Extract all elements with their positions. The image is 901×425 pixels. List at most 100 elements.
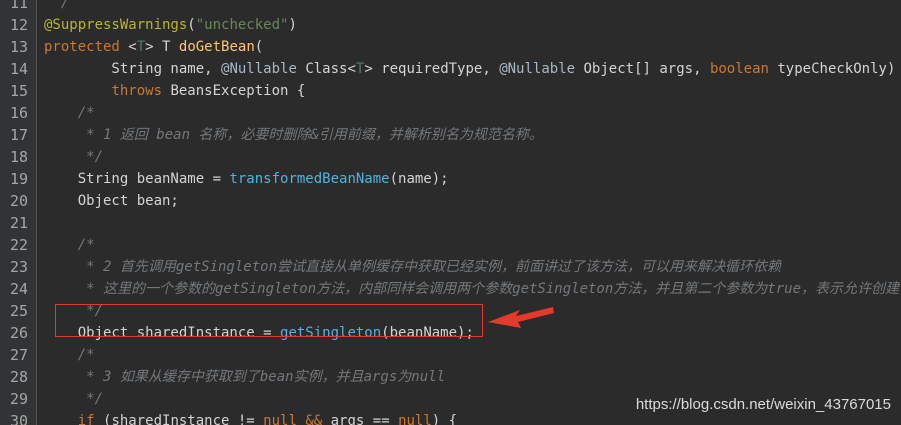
code-text: /*: [44, 102, 95, 124]
code-token: Object bean;: [44, 193, 179, 209]
code-token: throws: [111, 83, 171, 99]
line-number: 19: [9, 170, 28, 188]
code-text: String name, @Nullable Class<T> required…: [44, 58, 895, 80]
code-text: /: [44, 0, 69, 14]
code-token: protected: [44, 39, 129, 55]
code-token: &&: [305, 413, 331, 425]
line-number: 13: [9, 38, 28, 56]
code-token: (: [254, 39, 264, 55]
code-token: /*: [44, 105, 95, 121]
code-token: !=: [237, 413, 264, 425]
code-token: * 2 首先调用getSingleton尝试直接从单例缓存中获取已经实例，前面讲…: [44, 259, 782, 275]
code-token: Class: [305, 61, 348, 77]
code-token: /*: [44, 237, 95, 253]
code-text: protected <T> T doGetBean(: [44, 36, 263, 58]
line-number: 18: [9, 148, 28, 166]
code-token: String name,: [44, 61, 222, 77]
code-line[interactable]: 22 /*: [0, 234, 901, 256]
code-text: if (sharedInstance != null && args == nu…: [44, 410, 457, 425]
line-number: 16: [9, 104, 28, 122]
code-token: */: [44, 391, 104, 407]
line-number: 23: [9, 258, 28, 276]
line-number: 20: [9, 192, 28, 210]
code-line[interactable]: 19 String beanName = transformedBeanName…: [0, 168, 901, 190]
code-line[interactable]: 24 * 这里的一个参数的getSingleton方法，内部同样会调用两个参数g…: [0, 278, 901, 300]
code-token: null: [263, 413, 306, 425]
line-number: 26: [9, 324, 28, 342]
code-token: (: [187, 17, 196, 33]
code-line[interactable]: 27 /*: [0, 344, 901, 366]
code-text: * 2 首先调用getSingleton尝试直接从单例缓存中获取已经实例，前面讲…: [44, 256, 781, 278]
code-line[interactable]: 14 String name, @Nullable Class<T> requi…: [0, 58, 901, 80]
code-token: T: [136, 39, 146, 55]
code-line[interactable]: 11 /: [0, 0, 901, 14]
code-text: /*: [44, 234, 95, 256]
line-number: 29: [9, 390, 28, 408]
code-token: > requiredType,: [364, 61, 500, 77]
code-token: */: [44, 149, 104, 165]
code-token: /*: [44, 347, 95, 363]
code-token: boolean: [709, 61, 778, 77]
code-token: transformedBeanName: [229, 171, 390, 187]
line-number: 17: [9, 126, 28, 144]
watermark-text: https://blog.csdn.net/weixin_43767015: [635, 396, 891, 413]
code-line[interactable]: 28 * 3 如果从缓存中获取到了bean实例，并且args为null: [0, 366, 901, 388]
code-text: String beanName = transformedBeanName(na…: [44, 168, 449, 190]
code-token: * 3 如果从缓存中获取到了bean实例，并且args为null: [44, 369, 446, 385]
code-line[interactable]: 18 */: [0, 146, 901, 168]
highlight-box: [55, 304, 483, 337]
code-token: typeCheckOnly): [777, 61, 896, 77]
line-number: 11: [9, 0, 28, 12]
code-text: throws BeansException {: [44, 80, 305, 102]
line-number: 22: [9, 236, 28, 254]
code-line[interactable]: 23 * 2 首先调用getSingleton尝试直接从单例缓存中获取已经实例，…: [0, 256, 901, 278]
code-token: args: [330, 413, 373, 425]
code-text: @SuppressWarnings("unchecked"): [44, 14, 297, 36]
code-token: ) {: [431, 413, 458, 425]
line-number: 14: [9, 60, 28, 78]
code-token: @Nullable: [221, 61, 306, 77]
code-token: * 1 返回 bean 名称，必要时删除&引用前缀，并解析别名为规范名称。: [44, 127, 543, 143]
line-number: 25: [9, 302, 28, 320]
line-number: 21: [9, 214, 28, 232]
code-token: String beanName: [44, 171, 213, 187]
line-number: 30: [9, 412, 28, 425]
code-token: @Nullable: [499, 61, 584, 77]
code-editor[interactable]: 11 /12 @SuppressWarnings("unchecked") 13 pr…: [0, 0, 901, 425]
code-line[interactable]: 15 throws BeansException {: [0, 80, 901, 102]
code-line[interactable]: 16 /*: [0, 102, 901, 124]
code-token: /: [44, 0, 70, 11]
line-number: 28: [9, 368, 28, 386]
line-number: 27: [9, 346, 28, 364]
code-text: */: [44, 146, 103, 168]
code-token: BeansException {: [170, 83, 306, 99]
code-token: (name);: [389, 171, 449, 187]
code-token: <: [128, 39, 137, 55]
code-token: =: [212, 171, 230, 187]
code-token: "unchecked": [195, 17, 289, 33]
code-token: null: [398, 413, 432, 425]
code-token: (sharedInstance: [103, 413, 238, 425]
code-line[interactable]: 12 @SuppressWarnings("unchecked"): [0, 14, 901, 36]
code-text: Object bean;: [44, 190, 179, 212]
line-number: 15: [9, 82, 28, 100]
line-number: 24: [9, 280, 28, 298]
code-line[interactable]: 17 * 1 返回 bean 名称，必要时删除&引用前缀，并解析别名为规范名称。: [0, 124, 901, 146]
code-token: <: [347, 61, 356, 77]
code-token: if: [77, 413, 104, 425]
code-text: /*: [44, 344, 95, 366]
code-token: Object[] args,: [583, 61, 710, 77]
code-token: * 这里的一个参数的getSingleton方法，内部同样会调用两个参数getS…: [44, 281, 900, 297]
code-line[interactable]: 21: [0, 212, 901, 234]
code-text: * 1 返回 bean 名称，必要时删除&引用前缀，并解析别名为规范名称。: [44, 124, 543, 146]
code-token: doGetBean: [178, 39, 255, 55]
code-text: * 这里的一个参数的getSingleton方法，内部同样会调用两个参数getS…: [44, 278, 899, 300]
code-line[interactable]: 13 protected <T> T doGetBean(: [0, 36, 901, 58]
code-text: */: [44, 388, 103, 410]
code-token: > T: [145, 39, 179, 55]
code-text: * 3 如果从缓存中获取到了bean实例，并且args为null: [44, 366, 445, 388]
code-line[interactable]: 20 Object bean;: [0, 190, 901, 212]
code-token: ==: [372, 413, 399, 425]
